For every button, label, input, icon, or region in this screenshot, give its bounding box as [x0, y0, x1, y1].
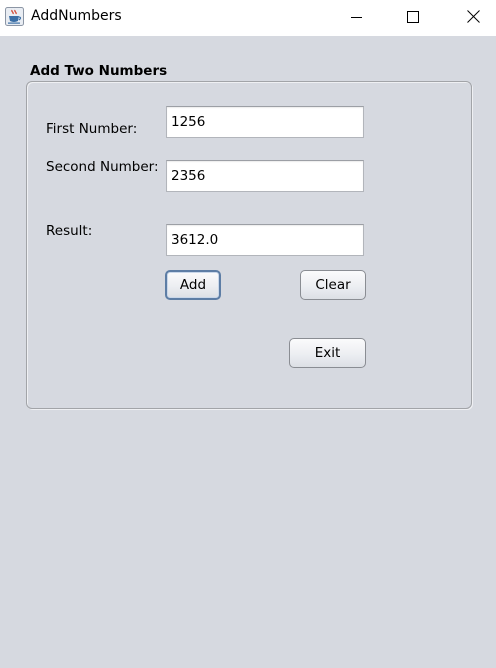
second-number-field[interactable] [166, 160, 364, 192]
maximize-icon [407, 10, 419, 23]
exit-button[interactable]: Exit [289, 338, 366, 368]
clear-button[interactable]: Clear [300, 270, 366, 300]
first-number-label: First Number: [46, 121, 138, 137]
second-number-label: Second Number: [46, 159, 159, 175]
panel-title: Add Two Numbers [30, 63, 168, 79]
title-bar[interactable]: AddNumbers [0, 0, 496, 36]
maximize-button[interactable] [390, 0, 436, 33]
minimize-icon [351, 16, 362, 18]
java-cup-icon [5, 7, 24, 26]
result-label: Result: [46, 223, 93, 239]
first-number-field[interactable] [166, 106, 364, 138]
close-button[interactable] [450, 0, 496, 33]
minimize-button[interactable] [334, 0, 380, 33]
close-icon [466, 10, 480, 23]
window-title: AddNumbers [31, 8, 122, 24]
result-field[interactable] [166, 224, 364, 256]
add-button[interactable]: Add [165, 270, 221, 300]
